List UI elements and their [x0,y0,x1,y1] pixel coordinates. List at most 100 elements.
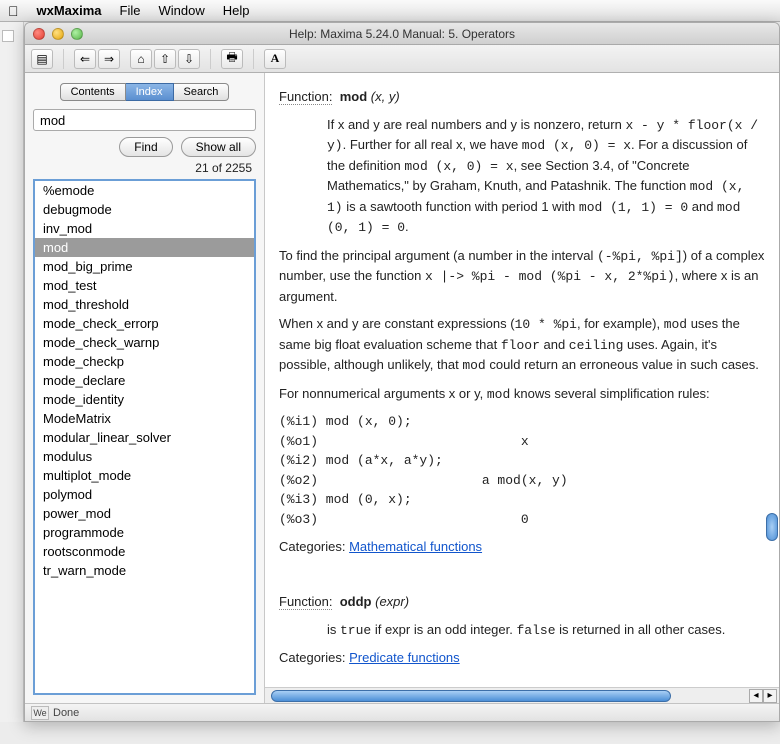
code: floor [501,338,540,353]
menubar:  wxMaxima File Window Help [0,0,780,22]
traffic-lights [25,28,83,40]
code: mod [462,358,485,373]
menu-window[interactable]: Window [159,3,205,18]
index-item[interactable]: polymod [35,485,254,504]
toolbar-separator [210,49,211,69]
sidebar-toggle-icon[interactable]: ▤ [31,49,53,69]
index-item[interactable]: mode_identity [35,390,254,409]
home-button[interactable]: ⌂ [130,49,152,69]
main-split: Contents Index Search Find Show all 21 o… [25,73,779,703]
index-item[interactable]: %emode [35,181,254,200]
bg-widget [2,30,14,42]
index-item[interactable]: programmode [35,523,254,542]
find-button[interactable]: Find [119,137,172,157]
horizontal-scrollbar[interactable]: ◂ ▸ [265,687,779,703]
text: is [327,622,340,637]
categories-1: Categories: Mathematical functions [279,537,765,557]
showall-button[interactable]: Show all [181,137,256,157]
index-item[interactable]: modular_linear_solver [35,428,254,447]
status-badge: We [31,706,49,720]
text: To find the principal argument (a number… [279,248,597,263]
index-item[interactable]: mod_big_prime [35,257,254,276]
code: (-%pi, %pi] [597,249,683,264]
code: ceiling [569,338,624,353]
forward-button[interactable]: ⇒ [98,49,120,69]
index-item[interactable]: mode_check_errorp [35,314,254,333]
tab-contents[interactable]: Contents [60,83,126,101]
text: could return an erroneous value in such … [486,357,759,372]
code: mod [487,387,510,402]
index-item[interactable]: mode_declare [35,371,254,390]
menu-file[interactable]: File [120,3,141,18]
categories-label: Categories: [279,650,349,665]
function-name-mod: mod [340,89,367,104]
text: is a sawtooth function with period 1 wit… [343,199,579,214]
font-button[interactable]: A [264,49,286,69]
content-wrap: Function: mod (x, y) If x and y are real… [265,73,779,703]
vertical-scroll-thumb[interactable] [766,513,778,541]
scroll-right-icon[interactable]: ▸ [763,689,777,703]
tab-search[interactable]: Search [174,83,230,101]
oddp-description: is true if expr is an odd integer. false… [327,620,765,641]
text: If x and y are real numbers and y is non… [327,117,625,132]
index-item[interactable]: tr_warn_mode [35,561,254,580]
window-title: Help: Maxima 5.24.0 Manual: 5. Operators [25,27,779,41]
help-content[interactable]: Function: mod (x, y) If x and y are real… [265,73,779,687]
categories-2: Categories: Predicate functions [279,648,765,668]
function-label: Function: [279,594,332,610]
menubar-appname[interactable]: wxMaxima [37,3,102,18]
index-list[interactable]: %emodedebugmodeinv_modmodmod_big_primemo… [33,179,256,695]
index-item[interactable]: inv_mod [35,219,254,238]
code: mod (1, 1) = 0 [579,200,688,215]
up-button[interactable]: ⇧ [154,49,176,69]
categories-label: Categories: [279,539,349,554]
back-button[interactable]: ⇐ [74,49,96,69]
mod-description-2: To find the principal argument (a number… [279,246,765,307]
text: For nonnumerical arguments x or y, [279,386,487,401]
index-item[interactable]: rootsconmode [35,542,254,561]
index-item[interactable]: power_mod [35,504,254,523]
function-label: Function: [279,89,332,105]
down-button[interactable]: ⇩ [178,49,200,69]
index-item[interactable]: mode_check_warnp [35,333,254,352]
status-text: Done [53,707,79,719]
scroll-left-icon[interactable]: ◂ [749,689,763,703]
minimize-button[interactable] [52,28,64,40]
horizontal-scroll-thumb[interactable] [271,690,671,702]
print-button[interactable]: 🖶 [221,49,243,69]
index-item[interactable]: debugmode [35,200,254,219]
index-item[interactable]: modulus [35,447,254,466]
function-sig-oddp: (expr) [375,594,409,609]
text: if expr is an odd integer. [371,622,516,637]
function-sig-mod: (x, y) [371,89,400,104]
index-item[interactable]: mod [35,238,254,257]
code: mod (x, 0) = x [404,159,513,174]
index-item[interactable]: mod_threshold [35,295,254,314]
index-item[interactable]: ModeMatrix [35,409,254,428]
tab-index[interactable]: Index [126,83,174,101]
close-button[interactable] [33,28,45,40]
text: , for example), [577,316,664,331]
menu-help[interactable]: Help [223,3,250,18]
code: mod [664,317,687,332]
index-item[interactable]: multiplot_mode [35,466,254,485]
zoom-button[interactable] [71,28,83,40]
index-item[interactable]: mod_test [35,276,254,295]
toolbar-separator [253,49,254,69]
text: knows several simplification rules: [510,386,709,401]
code: false [516,623,555,638]
text: and [688,199,717,214]
text: . [405,219,409,234]
index-search-input[interactable] [33,109,256,131]
function-name-oddp: oddp [340,594,372,609]
text: When x and y are constant expressions ( [279,316,515,331]
titlebar[interactable]: Help: Maxima 5.24.0 Manual: 5. Operators [25,23,779,45]
sidebar-tabs: Contents Index Search [29,83,260,101]
apple-logo-icon[interactable]:  [8,3,19,19]
toolbar: ▤ ⇐ ⇒ ⌂ ⇧ ⇩ 🖶 A [25,45,779,73]
code: x |-> %pi - mod (%pi - x, 2*%pi) [425,269,675,284]
index-item[interactable]: mode_checkp [35,352,254,371]
text: . Further for all real x, we have [343,137,522,152]
link-predicate-functions[interactable]: Predicate functions [349,650,460,665]
link-math-functions[interactable]: Mathematical functions [349,539,482,554]
